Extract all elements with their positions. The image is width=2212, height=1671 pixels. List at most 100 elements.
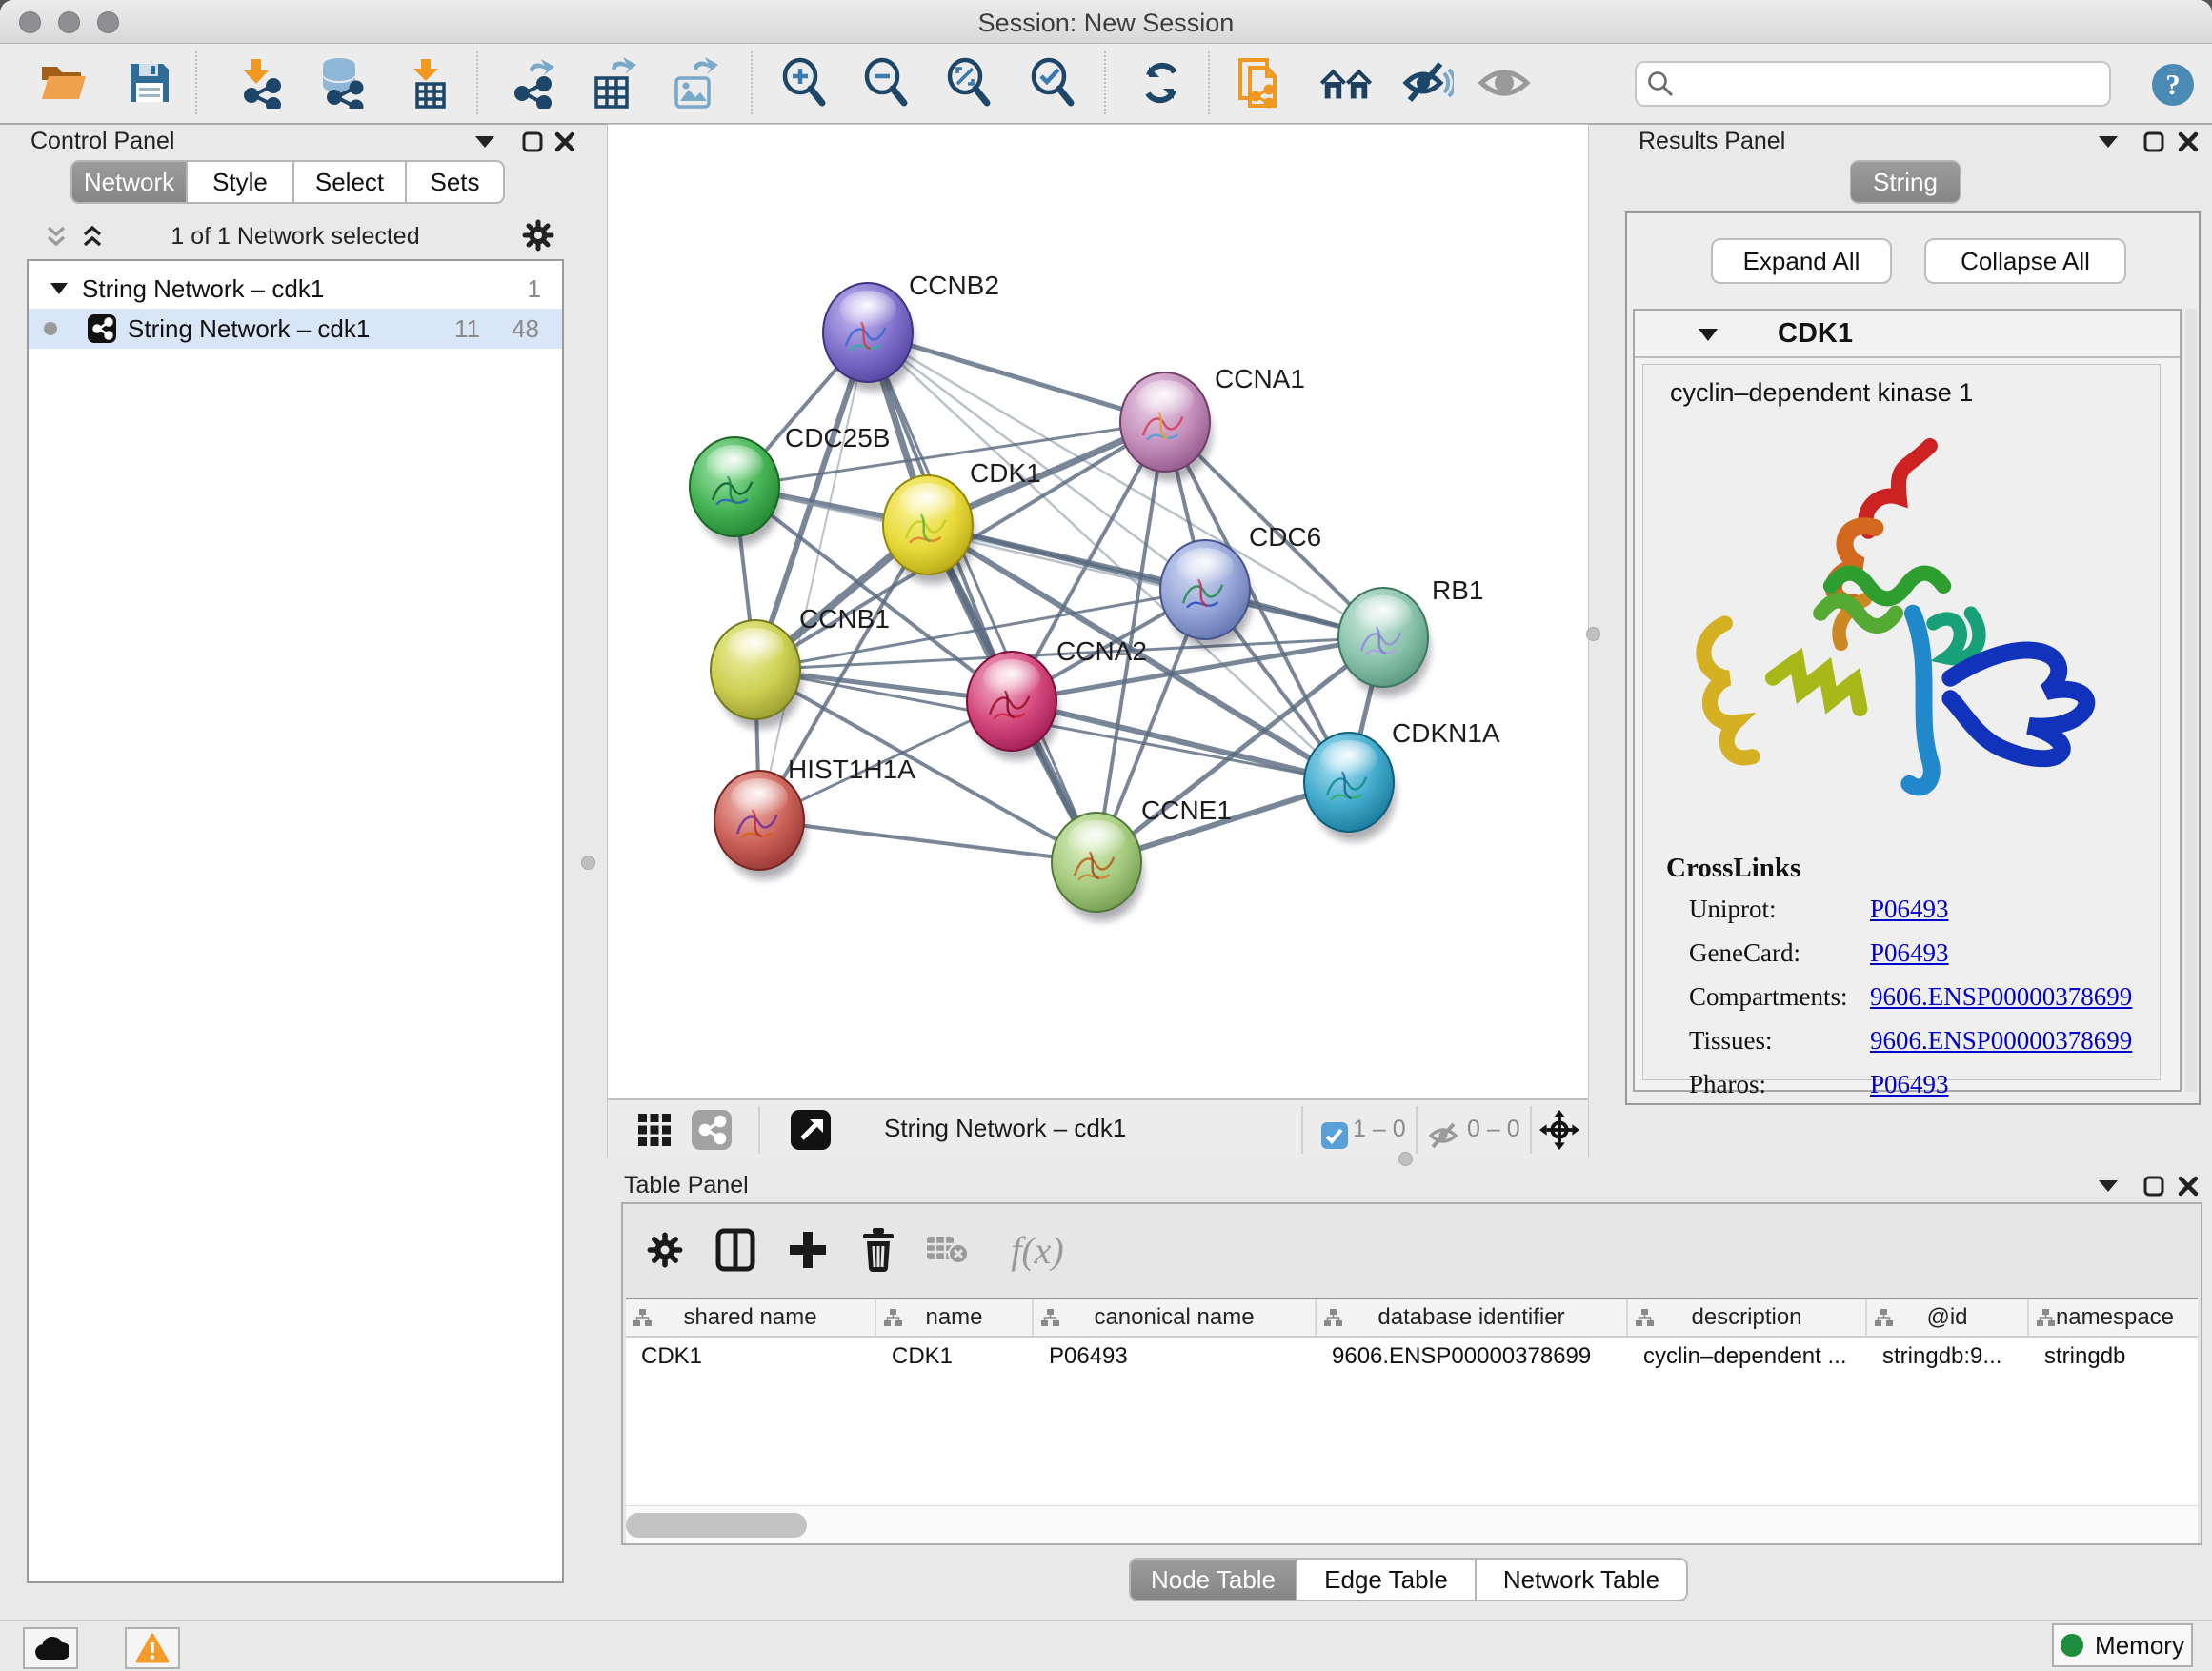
crosslink-link[interactable]: 9606.ENSP00000378699 (1870, 982, 2132, 1012)
tab-edge-table[interactable]: Edge Table (1297, 1558, 1476, 1601)
table-cell[interactable]: cyclin–dependent ... (1628, 1338, 1867, 1376)
create-column-plus-icon[interactable] (783, 1225, 833, 1275)
table-options-gear-icon[interactable] (640, 1225, 690, 1275)
results-vertical-scrollbar[interactable] (2185, 309, 2197, 1092)
column-header-canonical-name[interactable]: canonical name (1034, 1299, 1317, 1336)
import-network-file-button[interactable] (231, 55, 286, 111)
control-panel-title: Control Panel (30, 128, 174, 155)
control-panel-close-button[interactable] (549, 126, 581, 158)
network-collection-row[interactable]: String Network – cdk1 1 (29, 269, 562, 309)
column-header-name[interactable]: name (876, 1299, 1034, 1336)
column-header-description[interactable]: description (1628, 1299, 1867, 1336)
hidden-eye-slash-icon[interactable] (1425, 1116, 1465, 1156)
results-panel-float-button[interactable] (2092, 126, 2124, 158)
table-panel-float-button[interactable] (2092, 1170, 2124, 1202)
column-header-shared-name[interactable]: shared name (626, 1299, 876, 1336)
zoom-selected-button[interactable] (1025, 55, 1080, 111)
warning-triangle-icon (135, 1633, 170, 1663)
eye-icon (1478, 62, 1531, 104)
protein-expand-triangle-icon[interactable] (1698, 328, 1719, 342)
collapse-all-button[interactable]: Collapse All (1924, 238, 2126, 284)
node-label-CCNA1: CCNA1 (1215, 364, 1305, 393)
selected-checkbox-icon[interactable] (1315, 1116, 1355, 1156)
table-cell[interactable]: P06493 (1034, 1338, 1317, 1376)
export-table-button[interactable] (583, 55, 638, 111)
collection-expand-triangle-icon[interactable] (50, 282, 69, 295)
warnings-button[interactable] (125, 1627, 180, 1669)
export-image-button[interactable] (665, 55, 720, 111)
control-panel-maximize-button[interactable] (516, 126, 549, 158)
network-options-gear-icon[interactable] (522, 219, 554, 252)
table-panel-maximize-button[interactable] (2138, 1170, 2170, 1202)
string-hide-glass-button[interactable] (1400, 55, 1456, 111)
tab-select[interactable]: Select (293, 160, 406, 204)
scrollbar-thumb[interactable] (626, 1513, 807, 1538)
string-show-eye-button[interactable] (1477, 55, 1532, 111)
export-network-button[interactable] (503, 55, 558, 111)
table-cell[interactable]: CDK1 (626, 1338, 876, 1376)
delete-table-icon[interactable] (922, 1225, 972, 1275)
network-node-count: 11 (454, 314, 480, 344)
tab-node-table[interactable]: Node Table (1129, 1558, 1297, 1601)
table-cell[interactable]: stringdb:9... (1867, 1338, 2029, 1376)
left-splitter-handle[interactable] (581, 856, 595, 870)
table-horizontal-scrollbar[interactable] (626, 1505, 2198, 1543)
function-builder-icon[interactable]: f(x) (995, 1225, 1080, 1275)
crosslinks-title: CrossLinks (1666, 853, 1800, 884)
memory-button[interactable]: Memory (2052, 1623, 2193, 1667)
import-network-icon (232, 57, 284, 109)
string-copy-network-button[interactable] (1235, 55, 1290, 111)
protein-name: CDK1 (1778, 318, 1853, 350)
tab-string[interactable]: String (1850, 160, 1961, 204)
crosslink-link[interactable]: P06493 (1870, 1070, 1949, 1099)
table-cell[interactable]: CDK1 (876, 1338, 1034, 1376)
protein-card-header[interactable]: CDK1 (1635, 311, 2180, 358)
import-network-database-button[interactable] (312, 55, 368, 111)
control-panel-float-button[interactable] (469, 126, 501, 158)
export-table-icon (585, 57, 636, 109)
import-table-file-button[interactable] (400, 55, 455, 111)
right-splitter-handle[interactable] (1586, 627, 1600, 641)
network-share-toggle-icon[interactable] (692, 1110, 732, 1150)
table-row[interactable]: CDK1CDK1P064939606.ENSP00000378699cyclin… (626, 1338, 2198, 1376)
fit-selected-crosshair-icon[interactable] (1539, 1110, 1579, 1150)
import-table-icon (402, 57, 453, 109)
cloud-status-button[interactable] (23, 1627, 78, 1669)
table-cell[interactable]: stringdb (2029, 1338, 2198, 1376)
search-input[interactable] (1675, 70, 2084, 97)
birds-eye-grid-icon[interactable] (634, 1110, 674, 1150)
bottom-splitter-handle[interactable] (1398, 1152, 1413, 1166)
expand-all-button[interactable]: Expand All (1711, 238, 1892, 284)
crosslink-link[interactable]: P06493 (1870, 895, 1949, 924)
crosslink-link[interactable]: P06493 (1870, 938, 1949, 968)
show-columns-icon[interactable] (711, 1225, 760, 1275)
column-header--id[interactable]: @id (1867, 1299, 2029, 1336)
column-header-label: database identifier (1377, 1304, 1564, 1331)
open-session-button[interactable] (36, 55, 91, 111)
network-selection-status: 1 of 1 Network selected (27, 223, 564, 251)
open-in-window-icon[interactable] (791, 1110, 831, 1150)
table-panel-close-button[interactable] (2172, 1170, 2204, 1202)
column-header-namespace[interactable]: namespace (2029, 1299, 2198, 1336)
network-canvas[interactable]: CCNB2CCNA1CDC25BCDK1CDC6RB1CCNB1CCNA2CDK… (608, 125, 1588, 1097)
tab-sets[interactable]: Sets (406, 160, 505, 204)
save-session-button[interactable] (122, 55, 177, 111)
refresh-view-button[interactable] (1134, 55, 1189, 111)
delete-column-trash-icon[interactable] (854, 1225, 903, 1275)
tab-network[interactable]: Network (70, 160, 187, 204)
network-row-selected[interactable]: String Network – cdk1 11 48 (29, 309, 562, 349)
table-cell[interactable]: 9606.ENSP00000378699 (1317, 1338, 1628, 1376)
results-panel-close-button[interactable] (2172, 126, 2204, 158)
tab-style[interactable]: Style (187, 160, 293, 204)
help-button[interactable]: ? (2145, 57, 2201, 112)
zoom-in-button[interactable] (776, 55, 832, 111)
column-header-database-identifier[interactable]: database identifier (1317, 1299, 1628, 1336)
tab-network-table[interactable]: Network Table (1476, 1558, 1688, 1601)
zoom-out-button[interactable] (858, 55, 914, 111)
crosslink-label: Pharos: (1689, 1070, 1766, 1099)
results-panel-maximize-button[interactable] (2138, 126, 2170, 158)
crosslink-link[interactable]: 9606.ENSP00000378699 (1870, 1026, 2132, 1056)
protein-structure-image (1672, 422, 2120, 832)
zoom-fit-button[interactable] (941, 55, 996, 111)
string-home-button[interactable] (1318, 55, 1374, 111)
